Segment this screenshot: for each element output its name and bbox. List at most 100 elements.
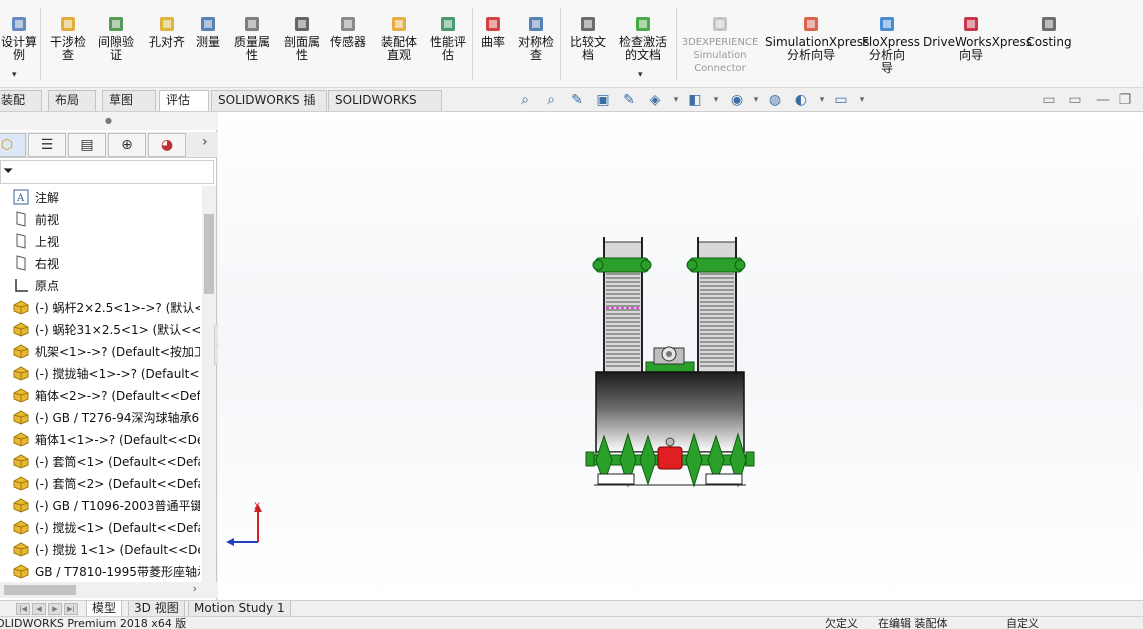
ribbon-button-driveworksxpress[interactable]: DriveWorksXpress 向导 [923, 14, 1032, 62]
tree-item-label: (-) 蜗轮31×2.5<1> (默认<<默 [35, 323, 200, 337]
zoom-area-icon[interactable]: ⌕ [542, 92, 560, 108]
ribbon-button-check-active-document[interactable]: 检查激活 的文档 [614, 14, 672, 62]
tree-item[interactable]: 箱体<2>->? (Default<<Defau [12, 385, 200, 407]
tree-item[interactable]: 上视 [12, 231, 200, 253]
tree-item[interactable]: 前视 [12, 209, 200, 231]
tree-item[interactable]: 原点 [12, 275, 200, 297]
tree-item[interactable]: (-) 搅拢 1<1> (Default<<Def [12, 539, 200, 561]
view-orientation-icon[interactable]: ◈ [646, 92, 664, 108]
chevron-down-icon[interactable]: ▾ [752, 92, 760, 108]
apply-scene-icon[interactable]: ◐ [792, 92, 810, 108]
tree-vertical-scrollbar[interactable] [202, 186, 216, 582]
ribbon-separator [472, 8, 473, 80]
ribbon-button-mass-properties[interactable]: 质量属 性 [230, 14, 274, 62]
tree-item[interactable]: (-) 搅拢轴<1>->? (Default<< [12, 363, 200, 385]
ribbon-button-section-properties[interactable]: 剖面属 性 [280, 14, 324, 62]
bottom-tab[interactable]: Motion Study 1 [188, 601, 291, 617]
ribbon-button-floxpress[interactable]: FloXpress 分析向 导 [862, 14, 920, 75]
driveworksxpress-icon [961, 14, 981, 34]
minimize-window-icon[interactable]: — [1094, 92, 1112, 108]
ribbon-button-simulationxpress[interactable]: SimulationXpress 分析向导 [765, 14, 869, 62]
bottom-tab[interactable]: 模型 [86, 601, 123, 617]
ribbon-button-label: 3DEXPERIENCE Simulation Connector [681, 37, 759, 74]
ribbon-button-design-study[interactable]: 设计算 例 [0, 14, 38, 62]
tree-item[interactable]: (-) 搅拢<1> (Default<<Defau [12, 517, 200, 539]
status-units[interactable]: 自定义 [1006, 617, 1039, 629]
tile-pane-icon[interactable]: ▭ [1066, 92, 1084, 108]
tree-item-label: (-) 搅拢 1<1> (Default<<Def [35, 543, 200, 557]
display-style-icon[interactable]: ◧ [686, 92, 704, 108]
chevron-down-icon[interactable]: ▾ [712, 92, 720, 108]
tree-item[interactable]: (-) GB / T1096-2003普通平键A [12, 495, 200, 517]
ribbon-button-symmetry-check[interactable]: 对称检 查 [514, 14, 558, 62]
dimxpert-icon[interactable]: ⊕ [108, 133, 146, 157]
ribbon-button-measure[interactable]: 测量 [193, 14, 223, 49]
tree-item[interactable]: (-) 套筒<1> (Default<<Defau [12, 451, 200, 473]
first-tab-arrow[interactable]: |◀ [16, 603, 30, 615]
ribbon-button-sensor[interactable]: 传感器 [327, 14, 369, 49]
tree-item[interactable]: (-) GB / T276-94深沟球轴承61 [12, 407, 200, 429]
featuremanager-tree-icon[interactable]: ⬡ [0, 133, 26, 157]
scroll-thumb[interactable] [204, 214, 214, 294]
propertymanager-icon[interactable]: ☰ [28, 133, 66, 157]
zoom-to-fit-icon[interactable]: ⌕ [516, 92, 534, 108]
tree-item[interactable]: (-) 蜗轮31×2.5<1> (默认<<默 [12, 319, 200, 341]
dropdown-arrow-icon[interactable]: ▾ [638, 70, 643, 80]
scroll-right-arrow[interactable]: › [193, 582, 197, 595]
ribbon-button-label: 间隙验 证 [97, 35, 134, 62]
tree-item[interactable]: (-) 蜗杆2×2.5<1>->? (默认<< [12, 297, 200, 319]
tree-item[interactable]: 机架<1>->? (Default<按加工 [12, 341, 200, 363]
edit-appearance-icon[interactable]: ◍ [766, 92, 784, 108]
filter-icon[interactable]: ⏷ [3, 164, 13, 179]
ribbon-button-assembly-visualization[interactable]: 装配体 直观 [377, 14, 421, 62]
left-conveyor [592, 237, 652, 373]
restore-pane-icon[interactable]: ▭ [1040, 92, 1058, 108]
next-tab-arrow[interactable]: ▶ [48, 603, 62, 615]
command-tab[interactable]: 装配体 [0, 90, 42, 126]
command-tab[interactable]: 布局 [48, 90, 96, 111]
panel-drag-handle[interactable]: ● [0, 112, 217, 130]
ribbon-button-interference-check[interactable]: 干涉检 查 [46, 14, 90, 62]
command-tab[interactable]: SOLIDWORKS MBD [328, 90, 442, 126]
prev-tab-arrow[interactable]: ◀ [32, 603, 46, 615]
ribbon-button-label: 质量属 性 [233, 35, 270, 62]
ribbon-button-clearance-verify[interactable]: 间隙验 证 [94, 14, 138, 62]
part-icon [12, 343, 30, 359]
part-icon [12, 475, 30, 491]
tree-horizontal-scrollbar[interactable]: › [0, 582, 217, 598]
ribbon-button-3dexperience-connector[interactable]: 3DEXPERIENCE Simulation Connector [680, 14, 760, 75]
configurationmanager-icon[interactable]: ▤ [68, 133, 106, 157]
command-tab[interactable]: 评估 [159, 90, 209, 111]
tree-filter[interactable]: ⏷ [0, 160, 214, 184]
hide-show-items-icon[interactable]: ◉ [728, 92, 746, 108]
chevron-down-icon[interactable]: ▾ [858, 92, 866, 108]
last-tab-arrow[interactable]: ▶| [64, 603, 78, 615]
ribbon-button-compare-documents[interactable]: 比较文 档 [566, 14, 610, 62]
tree-item[interactable]: (-) 套筒<2> (Default<<Defau [12, 473, 200, 495]
view-settings-icon[interactable]: ▭ [832, 92, 850, 108]
ribbon-button-hole-alignment[interactable]: 孔对齐 [144, 14, 190, 49]
dropdown-arrow-icon[interactable]: ▾ [12, 70, 17, 80]
previous-view-icon[interactable]: ✎ [568, 92, 586, 108]
graphics-area[interactable]: X [218, 112, 1143, 600]
performance-evaluation-icon [438, 14, 458, 34]
ribbon-button-performance-evaluation[interactable]: 性能评 估 [426, 14, 470, 62]
chevron-down-icon[interactable]: ▾ [672, 92, 680, 108]
command-tab[interactable]: 草图 [102, 90, 156, 111]
dynamic-annotation-icon[interactable]: ✎ [620, 92, 638, 108]
tree-item[interactable]: GB / T7810-1995带菱形座轴承 [12, 561, 200, 582]
tree-item[interactable]: A 注解 [12, 187, 200, 209]
tree-item-label: (-) GB / T1096-2003普通平键A [35, 499, 200, 513]
scroll-thumb[interactable] [4, 585, 76, 595]
tree-item[interactable]: 箱体1<1>->? (Default<<Defa [12, 429, 200, 451]
displaymanager-icon[interactable]: ◕ [148, 133, 186, 157]
section-view-icon[interactable]: ▣ [594, 92, 612, 108]
bottom-tab[interactable]: 3D 视图 [128, 601, 185, 617]
chevron-down-icon[interactable]: ▾ [818, 92, 826, 108]
command-tab[interactable]: SOLIDWORKS 插件 [211, 90, 327, 126]
tree-item[interactable]: 右视 [12, 253, 200, 275]
ribbon-button-costing[interactable]: Costing [1026, 14, 1072, 49]
restore-window-icon[interactable]: ❐ [1116, 92, 1134, 108]
ribbon-button-curvature[interactable]: 曲率 [478, 14, 508, 49]
chevron-right-icon[interactable]: › [202, 134, 208, 150]
